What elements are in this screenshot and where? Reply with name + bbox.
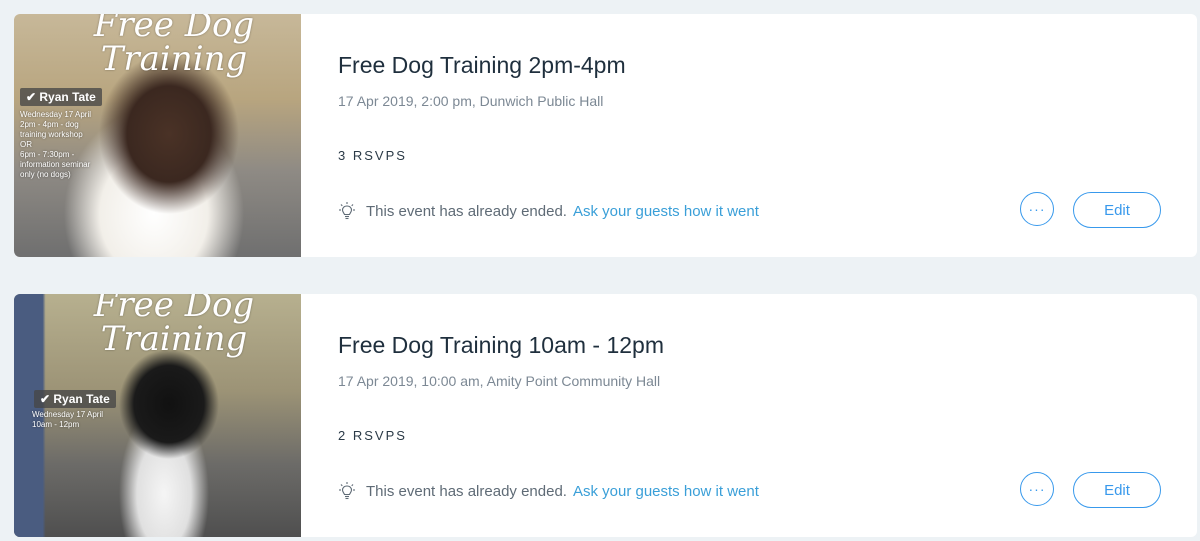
event-card: Free Dog Training ✔ Ryan Tate Wednesday … (14, 14, 1197, 257)
feedback-link[interactable]: Ask your guests how it went (573, 483, 759, 500)
thumbnail-details: Wednesday 17 April 2pm - 4pm - dog train… (20, 110, 92, 179)
event-card: Free Dog Training ✔ Ryan Tate Wednesday … (14, 294, 1197, 537)
more-dots-icon: ··· (1028, 201, 1046, 217)
event-rsvps: 3 RSVPS (338, 148, 407, 163)
event-meta: 17 Apr 2019, 2:00 pm, Dunwich Public Hal… (338, 93, 604, 109)
more-actions-button[interactable]: ··· (1020, 472, 1054, 506)
event-rsvps: 2 RSVPS (338, 428, 407, 443)
feedback-link[interactable]: Ask your guests how it went (573, 203, 759, 220)
status-text: This event has already ended. (366, 202, 567, 220)
edit-button[interactable]: Edit (1073, 192, 1161, 228)
thumbnail-badge: ✔ Ryan Tate (20, 88, 102, 106)
edit-button[interactable]: Edit (1073, 472, 1161, 508)
thumbnail-details: Wednesday 17 April 10am - 12pm (32, 410, 104, 429)
more-actions-button[interactable]: ··· (1020, 192, 1054, 226)
event-title[interactable]: Free Dog Training 2pm-4pm (338, 52, 626, 79)
more-dots-icon: ··· (1028, 481, 1046, 497)
lightbulb-icon (339, 202, 355, 220)
thumbnail-badge: ✔ Ryan Tate (34, 390, 116, 408)
event-meta: 17 Apr 2019, 10:00 am, Amity Point Commu… (338, 373, 661, 389)
thumbnail-heading: Free Dog Training (93, 14, 255, 79)
event-thumbnail[interactable]: Free Dog Training ✔ Ryan Tate Wednesday … (14, 294, 301, 537)
event-status: This event has already ended. Ask your g… (336, 481, 759, 501)
lightbulb-icon (339, 482, 355, 500)
status-text: This event has already ended. (366, 482, 567, 500)
event-title[interactable]: Free Dog Training 10am - 12pm (338, 332, 664, 359)
thumbnail-heading: Free Dog Training (93, 294, 255, 359)
event-status: This event has already ended. Ask your g… (336, 201, 759, 221)
event-thumbnail[interactable]: Free Dog Training ✔ Ryan Tate Wednesday … (14, 14, 301, 257)
